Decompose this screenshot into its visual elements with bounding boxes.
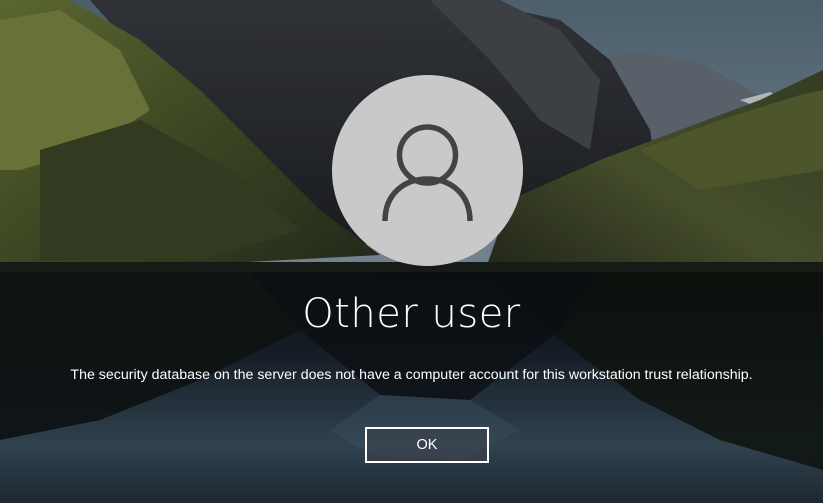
- lock-screen: Other user The security database on the …: [0, 0, 823, 503]
- username-label: Other user: [302, 291, 521, 337]
- ok-button[interactable]: OK: [365, 427, 489, 463]
- user-avatar: [332, 75, 523, 266]
- error-message: The security database on the server does…: [70, 367, 753, 383]
- user-silhouette-icon: [382, 124, 473, 222]
